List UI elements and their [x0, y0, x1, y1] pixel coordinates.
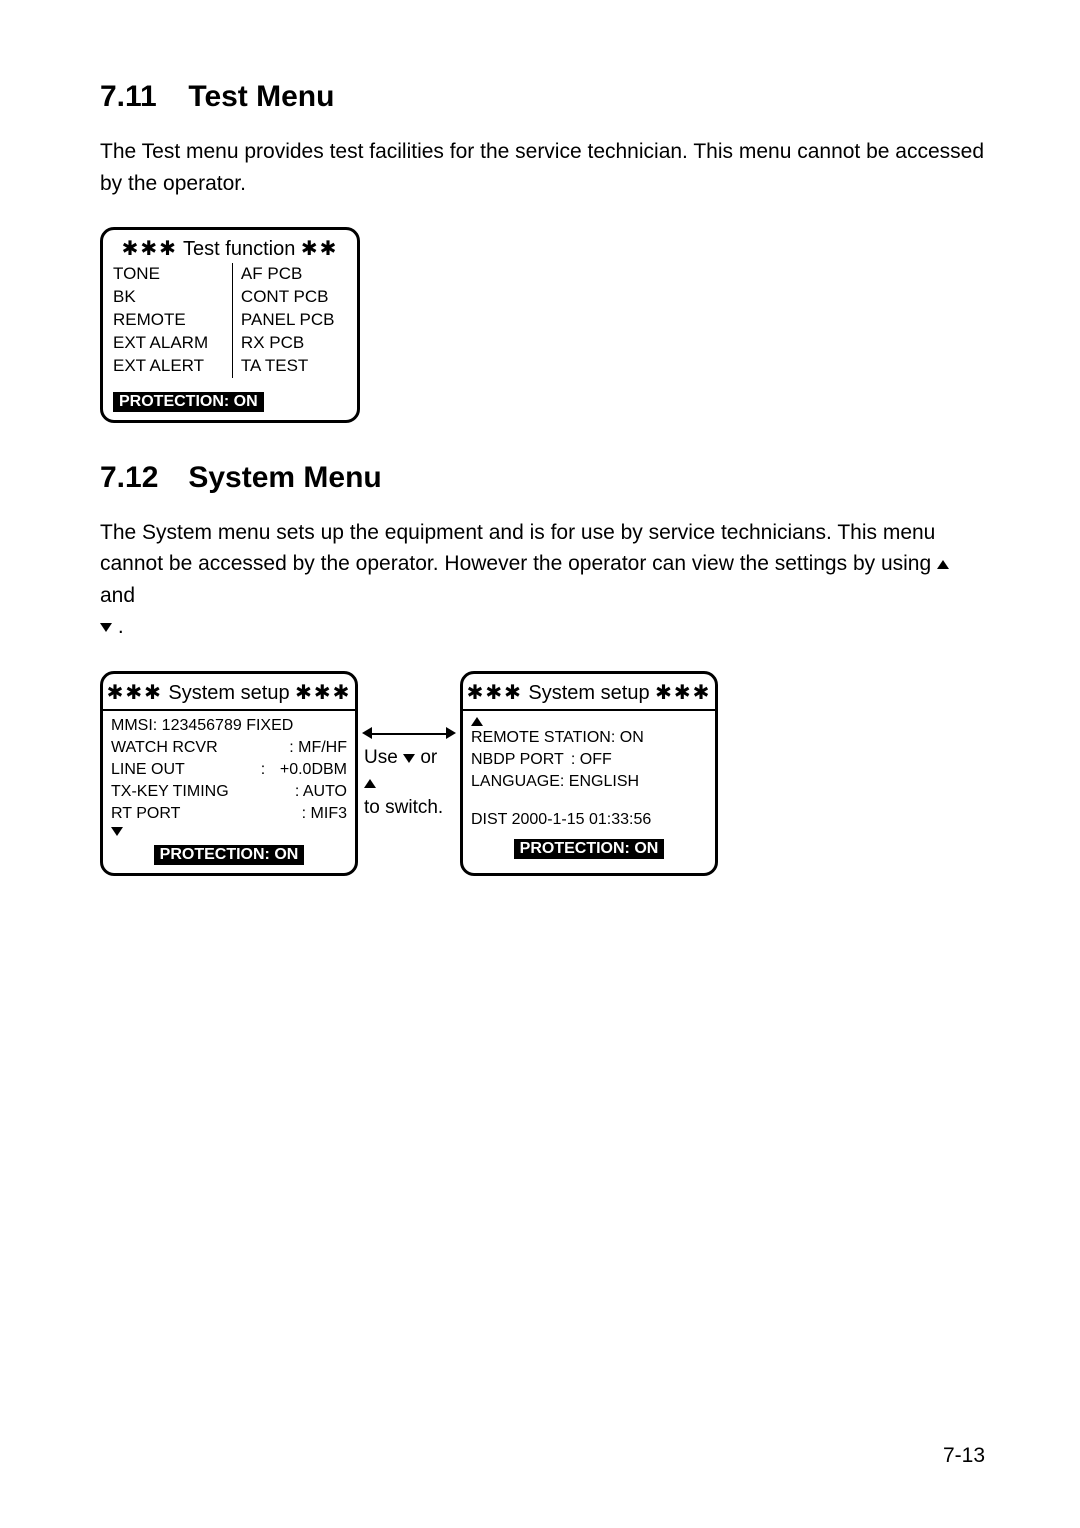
setting-value: : AUTO: [269, 781, 347, 803]
list-item: BK: [113, 286, 228, 309]
double-arrow-icon: [364, 726, 454, 740]
stars-icon: ✱✱✱: [122, 238, 178, 260]
system-setup-row: ✱✱✱ System setup ✱✱✱ MMSI: 123456789 FIX…: [100, 671, 985, 876]
protection-badge: PROTECTION: ON: [113, 392, 264, 412]
setting-row: MMSI: 123456789 FIXED: [111, 715, 347, 737]
setting-key: LANGUAGE: ENGLISH: [471, 771, 639, 793]
colon: :: [257, 759, 269, 781]
arrow-left-icon: [362, 727, 372, 739]
list-item: CONT PCB: [241, 286, 347, 309]
stars-icon: ✱✱✱: [295, 682, 351, 704]
triangle-up-icon: [364, 779, 376, 788]
list-item: EXT ALARM: [113, 332, 228, 355]
setting-row: LINE OUT:+0.0DBM: [111, 759, 347, 781]
panel-connector: Use or to switch.: [358, 671, 460, 876]
stars-icon: ✱✱✱: [107, 682, 163, 704]
setting-value: : OFF: [564, 749, 612, 771]
arrow-right-icon: [446, 727, 456, 739]
page-number: 7-13: [943, 1444, 985, 1468]
setting-value: +0.0DBM: [269, 759, 347, 781]
stars-icon: ✱✱✱: [467, 682, 523, 704]
test-col-1: TONE BK REMOTE EXT ALARM EXT ALERT: [113, 263, 228, 378]
setting-value: : MIF3: [269, 803, 347, 825]
section-7-12-paragraph: The System menu sets up the equipment an…: [100, 517, 985, 643]
paragraph-text: and: [100, 584, 135, 607]
setting-key: REMOTE STATION: ON: [471, 727, 644, 749]
section-title: Test Menu: [188, 80, 334, 113]
list-item: REMOTE: [113, 309, 228, 332]
setting-key: WATCH RCVR: [111, 737, 218, 759]
paragraph-text: .: [118, 615, 124, 638]
triangle-up-icon: [937, 560, 949, 569]
setting-key: MMSI: 123456789 FIXED: [111, 715, 293, 737]
protection-badge: PROTECTION: ON: [514, 839, 665, 859]
setting-key: TX-KEY TIMING: [111, 781, 229, 803]
setting-row: TX-KEY TIMING : AUTO: [111, 781, 347, 803]
connector-text: Use: [364, 747, 403, 768]
list-item: AF PCB: [241, 263, 347, 286]
section-title: System Menu: [188, 461, 381, 494]
setting-key: RT PORT: [111, 803, 180, 825]
setting-value: : MF/HF: [269, 737, 347, 759]
setting-row: LANGUAGE: ENGLISH: [471, 771, 707, 793]
footer-timestamp: DIST 2000-1-15 01:33:56: [471, 809, 707, 831]
setting-row: WATCH RCVR : MF/HF: [111, 737, 347, 759]
setting-row: NBDP PORT: OFF: [471, 749, 707, 771]
section-heading-7-11: 7.11 Test Menu: [100, 80, 985, 114]
protection-badge: PROTECTION: ON: [154, 845, 305, 865]
test-function-panel: ✱✱✱ Test function ✱✱ TONE BK REMOTE EXT …: [100, 227, 360, 423]
section-7-11-paragraph: The Test menu provides test facilities f…: [100, 136, 985, 199]
paragraph-text: The System menu sets up the equipment an…: [100, 521, 937, 576]
setting-key: NBDP PORT: [471, 749, 564, 771]
list-item: RX PCB: [241, 332, 347, 355]
list-item: TONE: [113, 263, 228, 286]
triangle-down-icon: [403, 754, 415, 763]
triangle-up-icon: [471, 717, 483, 726]
setting-key: LINE OUT: [111, 759, 185, 781]
list-item: TA TEST: [241, 355, 347, 378]
connector-text: to switch.: [364, 797, 443, 818]
system-setup-panel-1: ✱✱✱ System setup ✱✱✱ MMSI: 123456789 FIX…: [100, 671, 358, 876]
stars-icon: ✱✱✱: [655, 682, 711, 704]
test-panel-title-text: Test function: [183, 238, 295, 260]
connector-text: or: [420, 747, 437, 768]
section-number: 7.12: [100, 461, 180, 495]
stars-icon: ✱✱: [301, 238, 339, 260]
triangle-down-icon: [100, 623, 112, 632]
test-panel-title: ✱✱✱ Test function ✱✱: [113, 236, 347, 261]
section-heading-7-12: 7.12 System Menu: [100, 461, 985, 495]
triangle-down-icon: [111, 827, 123, 836]
list-item: EXT ALERT: [113, 355, 228, 378]
system-panel-title: System setup: [168, 682, 289, 704]
section-number: 7.11: [100, 80, 180, 114]
list-item: PANEL PCB: [241, 309, 347, 332]
system-panel-title: System setup: [528, 682, 649, 704]
setting-row: REMOTE STATION: ON: [471, 727, 707, 749]
system-setup-panel-2: ✱✱✱ System setup ✱✱✱ REMOTE STATION: ON …: [460, 671, 718, 876]
setting-row: RT PORT : MIF3: [111, 803, 347, 825]
test-col-2: AF PCB CONT PCB PANEL PCB RX PCB TA TEST: [232, 263, 347, 378]
